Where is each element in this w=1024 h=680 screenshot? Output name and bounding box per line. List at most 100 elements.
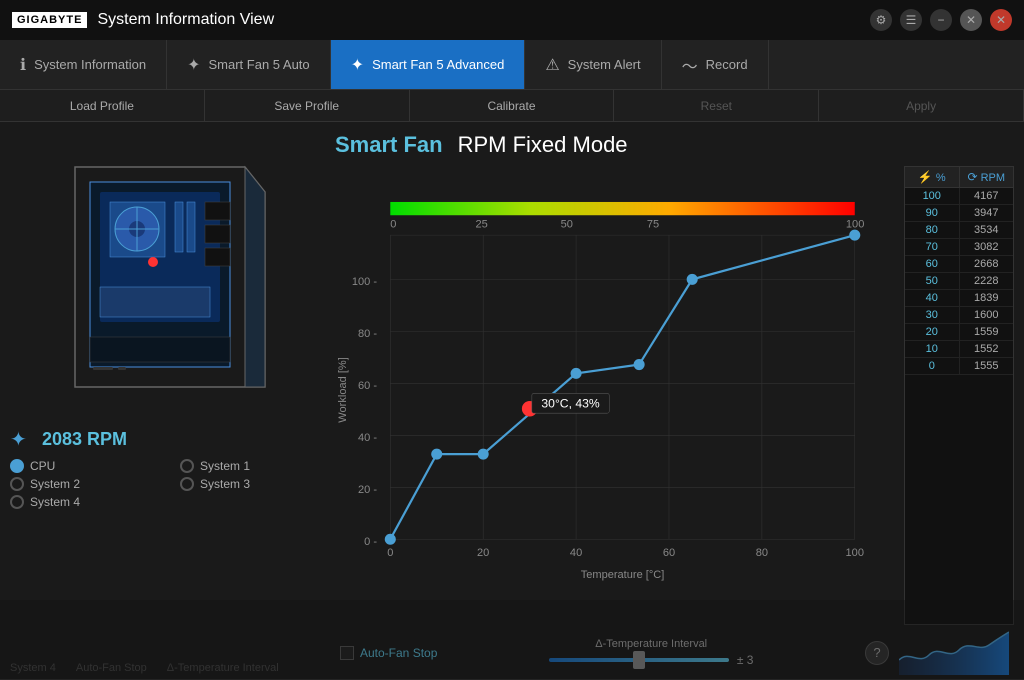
y-label-40: 40 - [358,432,377,444]
rpm-row-7[interactable]: 30 1600 [905,307,1013,324]
pc-svg [25,137,305,397]
x-label-0: 0 [387,547,393,559]
y-label-0: 0 - [364,536,377,548]
rpm-cell-pct-4: 60 [905,256,960,272]
colorbar-label-50: 50 [561,218,573,230]
y-axis-title: Workload [%] [337,357,349,423]
settings-button[interactable]: ⚙ [870,9,892,31]
save-profile-button[interactable]: Save Profile [205,90,410,121]
x-label-40: 40 [570,547,582,559]
fan-radio-system2[interactable] [10,477,24,491]
rpm-cell-rpm-8: 1559 [960,324,1014,340]
tab-smart-fan-5-advanced[interactable]: ✦ Smart Fan 5 Advanced [331,40,526,89]
rpm-cell-pct-7: 30 [905,307,960,323]
rpm-row-1[interactable]: 90 3947 [905,205,1013,222]
chart-svg: 0 25 50 75 100 [335,166,899,625]
tab-record[interactable]: 〜 Record [662,40,769,89]
fan-label-system3: System 3 [200,477,250,491]
rpm-cell-rpm-10: 1555 [960,358,1014,374]
rpm-cell-rpm-4: 2668 [960,256,1014,272]
restore-button[interactable]: ✕ [960,9,982,31]
chart-point-2[interactable] [478,449,489,460]
reset-button[interactable]: Reset [614,90,819,121]
fan-item-system1[interactable]: System 1 [180,459,320,473]
x-label-20: 20 [477,547,489,559]
chart-point-1[interactable] [431,449,442,460]
chart-point-4[interactable] [634,359,645,370]
rpm-row-3[interactable]: 70 3082 [905,239,1013,256]
rpm-table-header: ⚡ % ⟳ RPM [905,167,1013,188]
colorbar-label-0: 0 [390,218,396,230]
colorbar-label-25: 25 [475,218,487,230]
colorbar-label-75: 75 [647,218,659,230]
rpm-cell-rpm-7: 1600 [960,307,1014,323]
reflection-delta: Δ-Temperature Interval [167,662,279,674]
main-content: ✦ 2083 RPM CPU System 1 System 2 [0,122,1024,680]
fan-radio-system1[interactable] [180,459,194,473]
fan-radio-cpu[interactable] [10,459,24,473]
chart-point-0[interactable] [385,534,396,545]
app-title: System Information View [97,11,274,29]
tab-system-alert[interactable]: ⚠ System Alert [525,40,661,89]
fan-item-cpu[interactable]: CPU [10,459,150,473]
fan-label-system2: System 2 [30,477,80,491]
rpm-row-8[interactable]: 20 1559 [905,324,1013,341]
title-left: GIGABYTE System Information View [12,11,274,29]
rpm-cell-rpm-5: 2228 [960,273,1014,289]
close-button[interactable]: ✕ [990,9,1012,31]
pc-illustration [25,137,305,417]
x-label-60: 60 [663,547,675,559]
rpm-row-0[interactable]: 100 4167 [905,188,1013,205]
x-label-100: 100 [846,547,864,559]
rpm-cell-pct-8: 20 [905,324,960,340]
load-profile-button[interactable]: Load Profile [0,90,205,121]
rpm-rpm-header: ⟳ RPM [960,167,1014,187]
tab-bar: ℹ System Information ✦ Smart Fan 5 Auto … [0,40,1024,90]
list-button[interactable]: ☰ [900,9,922,31]
gigabyte-logo: GIGABYTE [12,12,87,28]
fan-item-system2[interactable]: System 2 [10,477,150,491]
rpm-row-5[interactable]: 50 2228 [905,273,1013,290]
left-panel: ✦ 2083 RPM CPU System 1 System 2 [0,122,330,680]
apply-button[interactable]: Apply [819,90,1024,121]
colorbar-label-100: 100 [846,218,864,230]
chart-line [390,235,854,539]
rpm-row-9[interactable]: 10 1552 [905,341,1013,358]
rpm-cell-pct-3: 70 [905,239,960,255]
chart-point-6[interactable] [849,230,860,241]
fan-item-system4[interactable]: System 4 [10,495,150,509]
chart-container: 0 25 50 75 100 [335,166,1014,625]
fan-radio-system3[interactable] [180,477,194,491]
x-axis-title: Temperature [°C] [581,569,665,581]
rpm-cell-rpm-0: 4167 [960,188,1014,204]
rpm-row-10[interactable]: 0 1555 [905,358,1013,375]
toolbar: Load Profile Save Profile Calibrate Rese… [0,90,1024,122]
tab-smart-fan-5-auto-label: Smart Fan 5 Auto [208,57,309,72]
tab-smart-fan-5-auto[interactable]: ✦ Smart Fan 5 Auto [167,40,331,89]
title-bar: GIGABYTE System Information View ⚙ ☰ − ✕… [0,0,1024,40]
calibrate-button[interactable]: Calibrate [410,90,615,121]
chart-point-5[interactable] [687,274,698,285]
chart-area: Smart Fan RPM Fixed Mode [330,122,1024,680]
tab-system-information[interactable]: ℹ System Information [0,40,167,89]
minimize-button[interactable]: − [930,9,952,31]
y-label-20: 20 - [358,484,377,496]
tab-system-information-label: System Information [34,57,146,72]
fan-radio-system4[interactable] [10,495,24,509]
alert-icon: ⚠ [545,55,559,75]
rpm-cell-rpm-9: 1552 [960,341,1014,357]
title-controls: ⚙ ☰ − ✕ ✕ [870,9,1012,31]
rpm-row-6[interactable]: 40 1839 [905,290,1013,307]
rpm-cell-pct-2: 80 [905,222,960,238]
rpm-cell-pct-6: 40 [905,290,960,306]
fan-label-system4: System 4 [30,495,80,509]
info-icon: ℹ [20,55,26,75]
rpm-cell-rpm-6: 1839 [960,290,1014,306]
rpm-rows: 100 4167 90 3947 80 3534 70 3082 60 2668… [905,188,1013,375]
y-label-60: 60 - [358,380,377,392]
chart-svg-area[interactable]: 0 25 50 75 100 [335,166,899,625]
chart-point-3[interactable] [571,368,582,379]
rpm-row-4[interactable]: 60 2668 [905,256,1013,273]
rpm-row-2[interactable]: 80 3534 [905,222,1013,239]
fan-item-system3[interactable]: System 3 [180,477,320,491]
